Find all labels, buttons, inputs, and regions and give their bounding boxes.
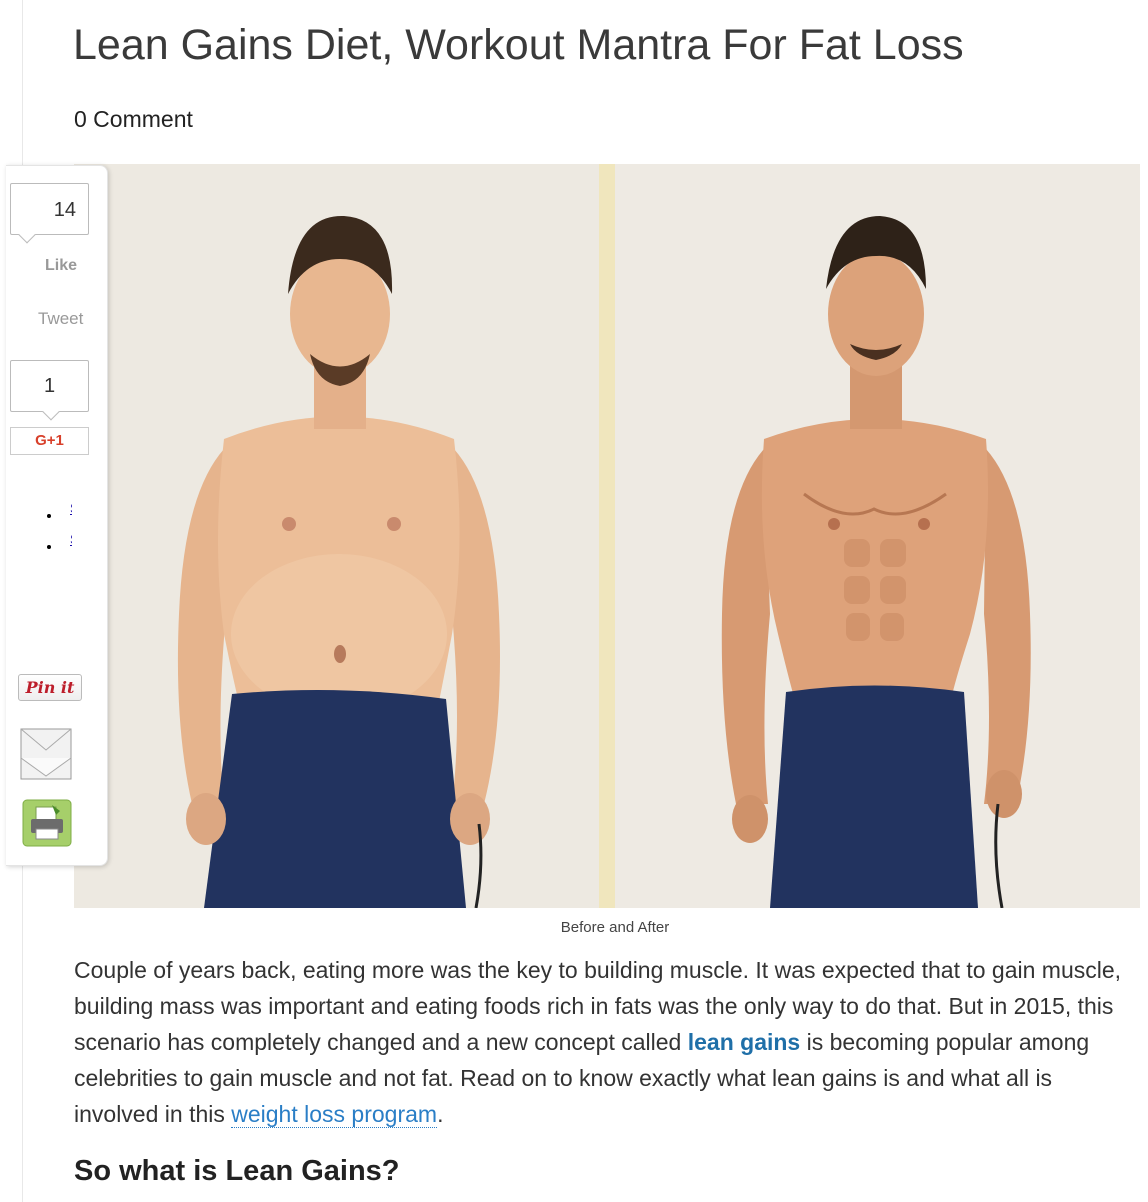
envelope-icon[interactable] (20, 728, 72, 785)
article-intro-paragraph: Couple of years back, eating more was th… (74, 952, 1124, 1132)
before-after-image (74, 164, 1140, 908)
facebook-like-button[interactable]: Like (45, 257, 77, 275)
printer-icon[interactable] (22, 799, 72, 852)
section-heading: So what is Lean Gains? (74, 1155, 400, 1187)
image-caption: Before and After (560, 919, 670, 936)
pinterest-pin-it-button[interactable]: Pin it (18, 674, 82, 701)
share-sidebar: 14 Like Tweet 1 G+1 S S Pin it (6, 165, 108, 866)
weight-loss-program-link[interactable]: weight loss program (231, 1101, 438, 1128)
gplus-button[interactable]: G+1 (10, 427, 89, 455)
share-link-list: S S (42, 496, 72, 558)
list-item: S (62, 527, 72, 558)
tweet-button[interactable]: Tweet (38, 309, 83, 329)
share-list-link[interactable]: S (70, 527, 72, 551)
article-title: Lean Gains Diet, Workout Mantra For Fat … (73, 21, 964, 69)
facebook-share-count: 14 (10, 183, 89, 235)
comment-count-link[interactable]: 0 Comment (74, 106, 193, 133)
share-list-link[interactable]: S (70, 496, 72, 520)
list-item: S (62, 496, 72, 527)
intro-text-part3: . (437, 1101, 444, 1127)
gplus-share-count: 1 (10, 360, 89, 412)
lean-gains-link[interactable]: lean gains (688, 1029, 800, 1055)
